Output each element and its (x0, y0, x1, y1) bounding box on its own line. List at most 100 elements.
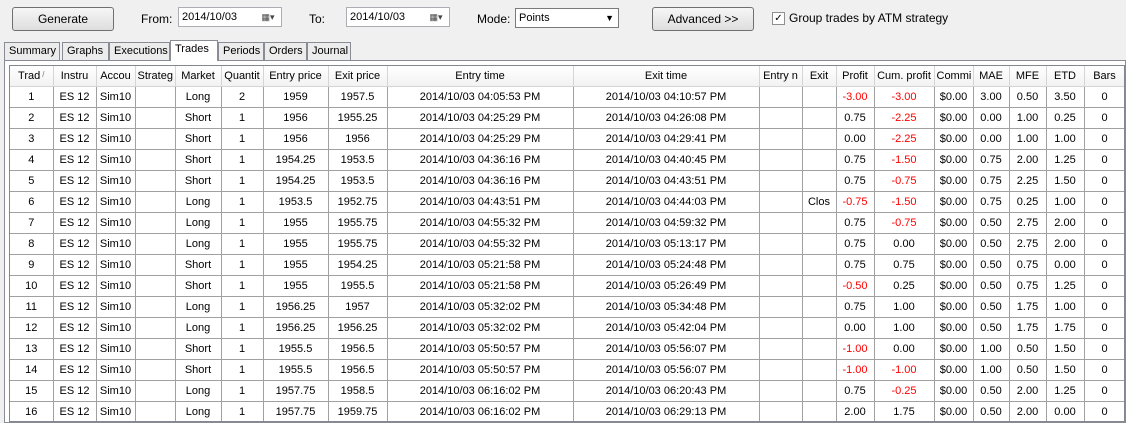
table-row[interactable]: 11 ES 12 Sim10 Long 1 1956.25 1957 2014/10/03 0… (10, 296, 1124, 318)
table-cell (759, 380, 803, 402)
table-cell: Long (175, 380, 222, 402)
column-header[interactable]: Entry price (263, 66, 329, 87)
mode-select[interactable]: Points ▼ (515, 8, 619, 28)
column-header[interactable]: Market (175, 66, 222, 87)
column-header[interactable]: Strateg (135, 66, 176, 87)
table-cell: 1 (10, 86, 54, 108)
column-header[interactable]: Entry n (759, 66, 803, 87)
tab-journal[interactable]: Journal (307, 42, 351, 60)
table-cell: 0.75 (1009, 254, 1047, 276)
column-header-label: Strateg (137, 69, 173, 82)
tab-summary[interactable]: Summary (4, 42, 60, 60)
column-header[interactable]: Exit time (573, 66, 760, 87)
table-row[interactable]: 4 ES 12 Sim10 Short 1 1954.25 1953.5 2014/10/03… (10, 149, 1124, 171)
column-header-label: Commi (936, 69, 972, 82)
table-cell (802, 275, 837, 297)
table-cell: 1.00 (874, 317, 935, 339)
table-cell: $0.00 (934, 275, 974, 297)
column-header[interactable]: ETD (1046, 66, 1085, 87)
column-header[interactable]: Exit (802, 66, 837, 87)
table-row[interactable]: 10 ES 12 Sim10 Short 1 1955 1955.5 2014/10/03 0… (10, 275, 1124, 297)
table-row[interactable]: 5 ES 12 Sim10 Short 1 1954.25 1953.5 2014/10/03… (10, 170, 1124, 192)
from-date-picker[interactable]: 2014/10/03 ▦▾ (178, 7, 282, 27)
table-row[interactable]: 12 ES 12 Sim10 Long 1 1956.25 1956.25 2014/10/0… (10, 317, 1124, 339)
to-date-picker[interactable]: 2014/10/03 ▦▾ (346, 7, 450, 27)
table-cell: 2014/10/03 04:59:32 PM (573, 212, 760, 234)
column-header[interactable]: Entry time (387, 66, 574, 87)
calendar-dropdown-icon[interactable]: ▦▾ (257, 10, 279, 24)
table-cell: 1.75 (1009, 317, 1047, 339)
column-header[interactable]: Accou (96, 66, 136, 87)
calendar-dropdown-icon[interactable]: ▦▾ (425, 10, 447, 24)
table-cell: 1953.5 (263, 191, 329, 213)
table-cell: Short (175, 149, 222, 171)
table-cell: 1.75 (1046, 317, 1085, 339)
table-cell: 1.00 (1046, 191, 1085, 213)
table-row[interactable]: 15 ES 12 Sim10 Long 1 1957.75 1958.5 2014/10/03… (10, 380, 1124, 402)
column-header[interactable]: Quantit (221, 66, 264, 87)
table-cell (135, 170, 176, 192)
table-cell: 0.00 (973, 107, 1010, 129)
table-cell (802, 212, 837, 234)
generate-button[interactable]: Generate (12, 7, 114, 31)
column-header-label: Profit (842, 69, 868, 82)
table-row[interactable]: 8 ES 12 Sim10 Long 1 1955 1955.75 2014/10/03 04… (10, 233, 1124, 255)
table-row[interactable]: 7 ES 12 Sim10 Long 1 1955 1955.75 2014/10/03 04… (10, 212, 1124, 234)
table-cell (759, 296, 803, 318)
table-cell: Sim10 (96, 233, 136, 255)
tab-periods[interactable]: Periods (218, 42, 264, 60)
table-cell: Short (175, 107, 222, 129)
table-cell: 14 (10, 359, 54, 381)
trades-panel: Trad / Instru Accou Strateg Market Quantit Entr… (4, 60, 1126, 423)
table-row[interactable]: 3 ES 12 Sim10 Short 1 1956 1956 2014/10/03 04:2… (10, 128, 1124, 150)
column-header[interactable]: Trad / (10, 66, 54, 87)
table-cell: Long (175, 317, 222, 339)
tab-executions[interactable]: Executions (109, 42, 170, 60)
table-cell (802, 338, 837, 360)
table-row[interactable]: 1 ES 12 Sim10 Long 2 1959 1957.5 2014/10/03 04:… (10, 86, 1124, 108)
table-row[interactable]: 14 ES 12 Sim10 Short 1 1955.5 1956.5 2014/10/03… (10, 359, 1124, 381)
table-cell: 0.75 (836, 233, 875, 255)
table-cell (759, 401, 803, 421)
column-header[interactable]: Instru (53, 66, 97, 87)
group-trades-checkbox[interactable]: ✓ (772, 12, 785, 25)
column-header-label: ETD (1054, 69, 1076, 82)
table-cell: 2.75 (1009, 212, 1047, 234)
column-header[interactable]: MFE (1009, 66, 1047, 87)
column-header[interactable]: Cum. profit (874, 66, 935, 87)
table-row[interactable]: 6 ES 12 Sim10 Long 1 1953.5 1952.75 2014/10/03 … (10, 191, 1124, 213)
table-cell: -1.00 (836, 359, 875, 381)
table-cell: 1955.5 (263, 359, 329, 381)
table-cell: 1957 (328, 296, 388, 318)
table-cell: Sim10 (96, 107, 136, 129)
table-row[interactable]: 9 ES 12 Sim10 Short 1 1955 1954.25 2014/10/03 0… (10, 254, 1124, 276)
table-cell: 1 (221, 296, 264, 318)
table-cell: Sim10 (96, 296, 136, 318)
tab-orders[interactable]: Orders (264, 42, 307, 60)
toolbar: Generate From: 2014/10/03 ▦▾ To: 2014/10… (0, 0, 1126, 40)
advanced-button[interactable]: Advanced >> (652, 7, 754, 31)
table-cell: 1959 (263, 86, 329, 108)
table-cell: Sim10 (96, 149, 136, 171)
table-cell: 1958.5 (328, 380, 388, 402)
column-header[interactable]: Bars (1084, 66, 1124, 87)
table-row[interactable]: 2 ES 12 Sim10 Short 1 1956 1955.25 2014/10/03 0… (10, 107, 1124, 129)
table-cell (135, 254, 176, 276)
table-cell: 1.00 (1009, 128, 1047, 150)
table-cell: 0 (1084, 275, 1124, 297)
table-cell: 1956.25 (263, 296, 329, 318)
table-cell: 2014/10/03 04:55:32 PM (387, 233, 574, 255)
table-cell: Sim10 (96, 317, 136, 339)
column-header[interactable]: Exit price (328, 66, 388, 87)
column-header-label: Entry time (455, 69, 505, 82)
tab-trades[interactable]: Trades (170, 40, 218, 61)
column-header[interactable]: Commi (934, 66, 974, 87)
table-row[interactable]: 13 ES 12 Sim10 Short 1 1955.5 1956.5 2014/10/03… (10, 338, 1124, 360)
column-header[interactable]: Profit (836, 66, 875, 87)
tab-graphs[interactable]: Graphs (62, 42, 109, 60)
table-cell: 1.00 (874, 296, 935, 318)
column-header[interactable]: MAE (973, 66, 1010, 87)
table-cell: 0 (1084, 296, 1124, 318)
table-row[interactable]: 16 ES 12 Sim10 Long 1 1957.75 1959.75 2014/10/0… (10, 401, 1124, 421)
table-cell: 1.00 (973, 359, 1010, 381)
